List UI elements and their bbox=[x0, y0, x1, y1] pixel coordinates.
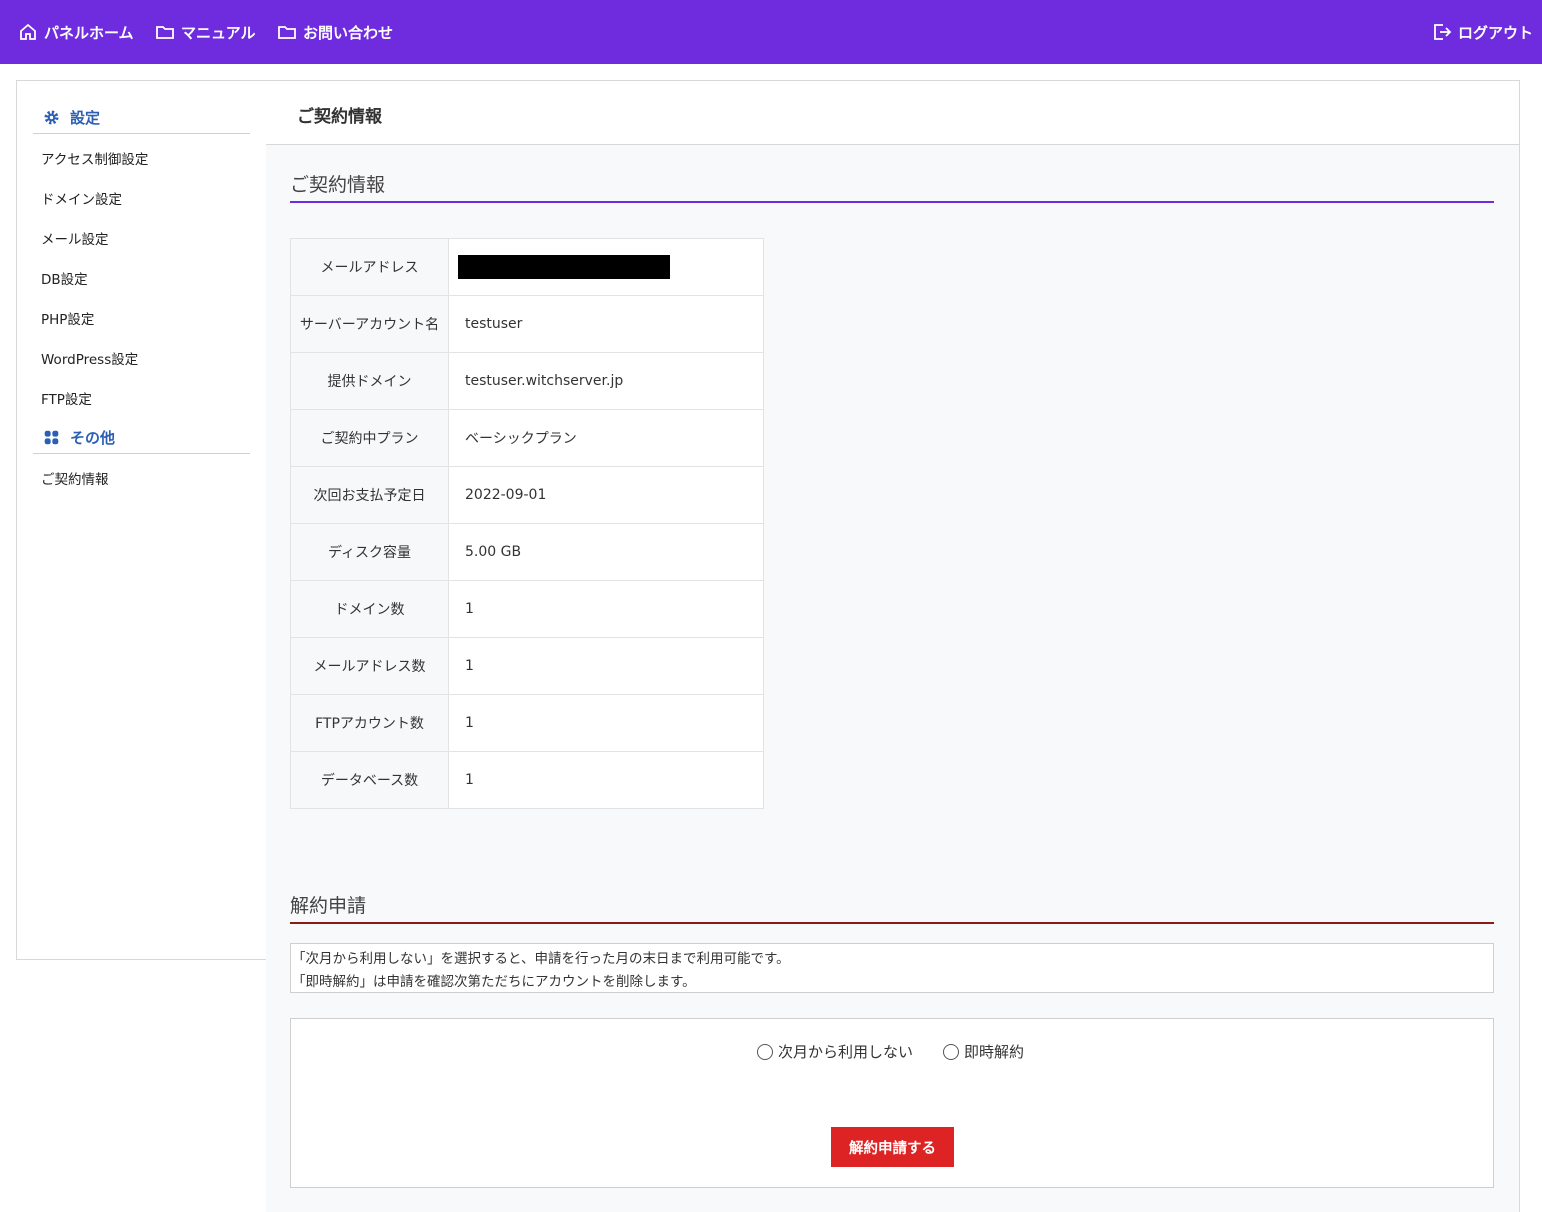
nav-home-link[interactable]: パネルホーム bbox=[18, 0, 134, 64]
folder-icon bbox=[278, 26, 296, 39]
row-label: 次回お支払予定日 bbox=[290, 466, 449, 524]
row-value: 1 bbox=[448, 637, 764, 695]
top-navbar: パネルホーム マニュアル お問い合わせ ログアウト bbox=[0, 0, 1542, 64]
row-value: 1 bbox=[448, 694, 764, 752]
row-label: FTPアカウント数 bbox=[290, 694, 449, 752]
row-label: メールアドレス数 bbox=[290, 637, 449, 695]
main-header: ご契約情報 bbox=[266, 81, 1519, 145]
row-label: ドメイン数 bbox=[290, 580, 449, 638]
table-row: ドメイン数 1 bbox=[290, 580, 764, 638]
radio-immediate-label: 即時解約 bbox=[964, 1043, 1025, 1061]
sidebar-item-domain[interactable]: ドメイン設定 bbox=[41, 188, 122, 208]
table-row: データベース数 1 bbox=[290, 751, 764, 809]
table-row: 次回お支払予定日 2022-09-01 bbox=[290, 466, 764, 524]
sidebar-heading-settings-label: 設定 bbox=[70, 109, 101, 127]
contract-info-table: メールアドレス サーバーアカウント名 testuser 提供ドメイン testu… bbox=[290, 238, 764, 809]
row-label: データベース数 bbox=[290, 751, 449, 809]
cancel-notice: 「次月から利用しない」を選択すると、申請を行った月の末日まで利用可能です。 「即… bbox=[290, 943, 1494, 993]
sidebar-heading-other-label: その他 bbox=[70, 429, 116, 447]
radio-next-month[interactable]: 次月から利用しない bbox=[757, 1041, 913, 1062]
folder-icon bbox=[156, 26, 174, 39]
row-value: ベーシックプラン bbox=[448, 409, 764, 467]
notice-line: 「即時解約」は申請を確認次第ただちにアカウントを削除します。 bbox=[292, 974, 696, 990]
sidebar-item-mail[interactable]: メール設定 bbox=[41, 228, 109, 248]
sidebar-heading-other: その他 bbox=[33, 422, 250, 454]
nav-contact-link[interactable]: お問い合わせ bbox=[277, 0, 393, 64]
table-row: ご契約中プラン ベーシックプラン bbox=[290, 409, 764, 467]
row-label: サーバーアカウント名 bbox=[290, 295, 449, 353]
radio-circle[interactable] bbox=[757, 1043, 773, 1060]
sidebar: 設定 アクセス制御設定 ドメイン設定 メール設定 DB設定 PHP設定 Word… bbox=[16, 80, 267, 960]
sidebar-item-access-control[interactable]: アクセス制御設定 bbox=[41, 148, 148, 168]
main-content: ご契約情報 ご契約情報 メールアドレス サーバーアカウント名 testuser … bbox=[266, 80, 1520, 1212]
sidebar-item-php[interactable]: PHP設定 bbox=[41, 308, 94, 328]
row-value: 2022-09-01 bbox=[448, 466, 764, 524]
table-row: メールアドレス数 1 bbox=[290, 637, 764, 695]
page-title: ご契約情報 bbox=[297, 107, 382, 127]
row-value: testuser bbox=[448, 295, 764, 353]
cancel-form: 次月から利用しない 即時解約 解約申請する bbox=[290, 1018, 1494, 1188]
nav-manual-label: マニュアル bbox=[181, 23, 256, 42]
row-value: 5.00 GB bbox=[448, 523, 764, 581]
grid-icon bbox=[44, 430, 59, 445]
row-value: 1 bbox=[448, 580, 764, 638]
sidebar-item-wordpress[interactable]: WordPress設定 bbox=[41, 348, 138, 368]
table-row: サーバーアカウント名 testuser bbox=[290, 295, 764, 353]
table-row: メールアドレス bbox=[290, 238, 764, 296]
radio-next-month-label: 次月から利用しない bbox=[778, 1043, 914, 1061]
radio-immediate[interactable]: 即時解約 bbox=[943, 1041, 1024, 1062]
submit-cancel-button[interactable]: 解約申請する bbox=[831, 1127, 954, 1167]
row-label: 提供ドメイン bbox=[290, 352, 449, 410]
cancel-section-title: 解約申請 bbox=[290, 891, 1494, 924]
row-label: ディスク容量 bbox=[290, 523, 449, 581]
nav-contact-label: お問い合わせ bbox=[303, 23, 394, 42]
logout-label: ログアウト bbox=[1458, 23, 1534, 42]
row-label: メールアドレス bbox=[290, 238, 449, 296]
radio-circle[interactable] bbox=[943, 1043, 959, 1060]
row-value: 1 bbox=[448, 751, 764, 809]
table-row: FTPアカウント数 1 bbox=[290, 694, 764, 752]
redacted-email bbox=[458, 255, 670, 279]
table-row: 提供ドメイン testuser.witchserver.jp bbox=[290, 352, 764, 410]
nav-home-label: パネルホーム bbox=[44, 23, 134, 42]
gear-icon bbox=[44, 110, 59, 125]
home-icon bbox=[20, 23, 36, 40]
nav-manual-link[interactable]: マニュアル bbox=[155, 0, 256, 64]
row-value-email bbox=[448, 238, 764, 296]
notice-line: 「次月から利用しない」を選択すると、申請を行った月の末日まで利用可能です。 bbox=[292, 951, 790, 967]
sidebar-heading-settings: 設定 bbox=[33, 102, 250, 134]
logout-icon bbox=[1434, 24, 1452, 40]
sidebar-item-db[interactable]: DB設定 bbox=[41, 268, 88, 288]
table-row: ディスク容量 5.00 GB bbox=[290, 523, 764, 581]
logout-link[interactable]: ログアウト bbox=[1432, 0, 1533, 64]
sidebar-item-contract-info[interactable]: ご契約情報 bbox=[41, 468, 109, 488]
contract-section-title: ご契約情報 bbox=[290, 170, 1494, 203]
row-label: ご契約中プラン bbox=[290, 409, 449, 467]
row-value: testuser.witchserver.jp bbox=[448, 352, 764, 410]
sidebar-item-ftp[interactable]: FTP設定 bbox=[41, 388, 92, 408]
